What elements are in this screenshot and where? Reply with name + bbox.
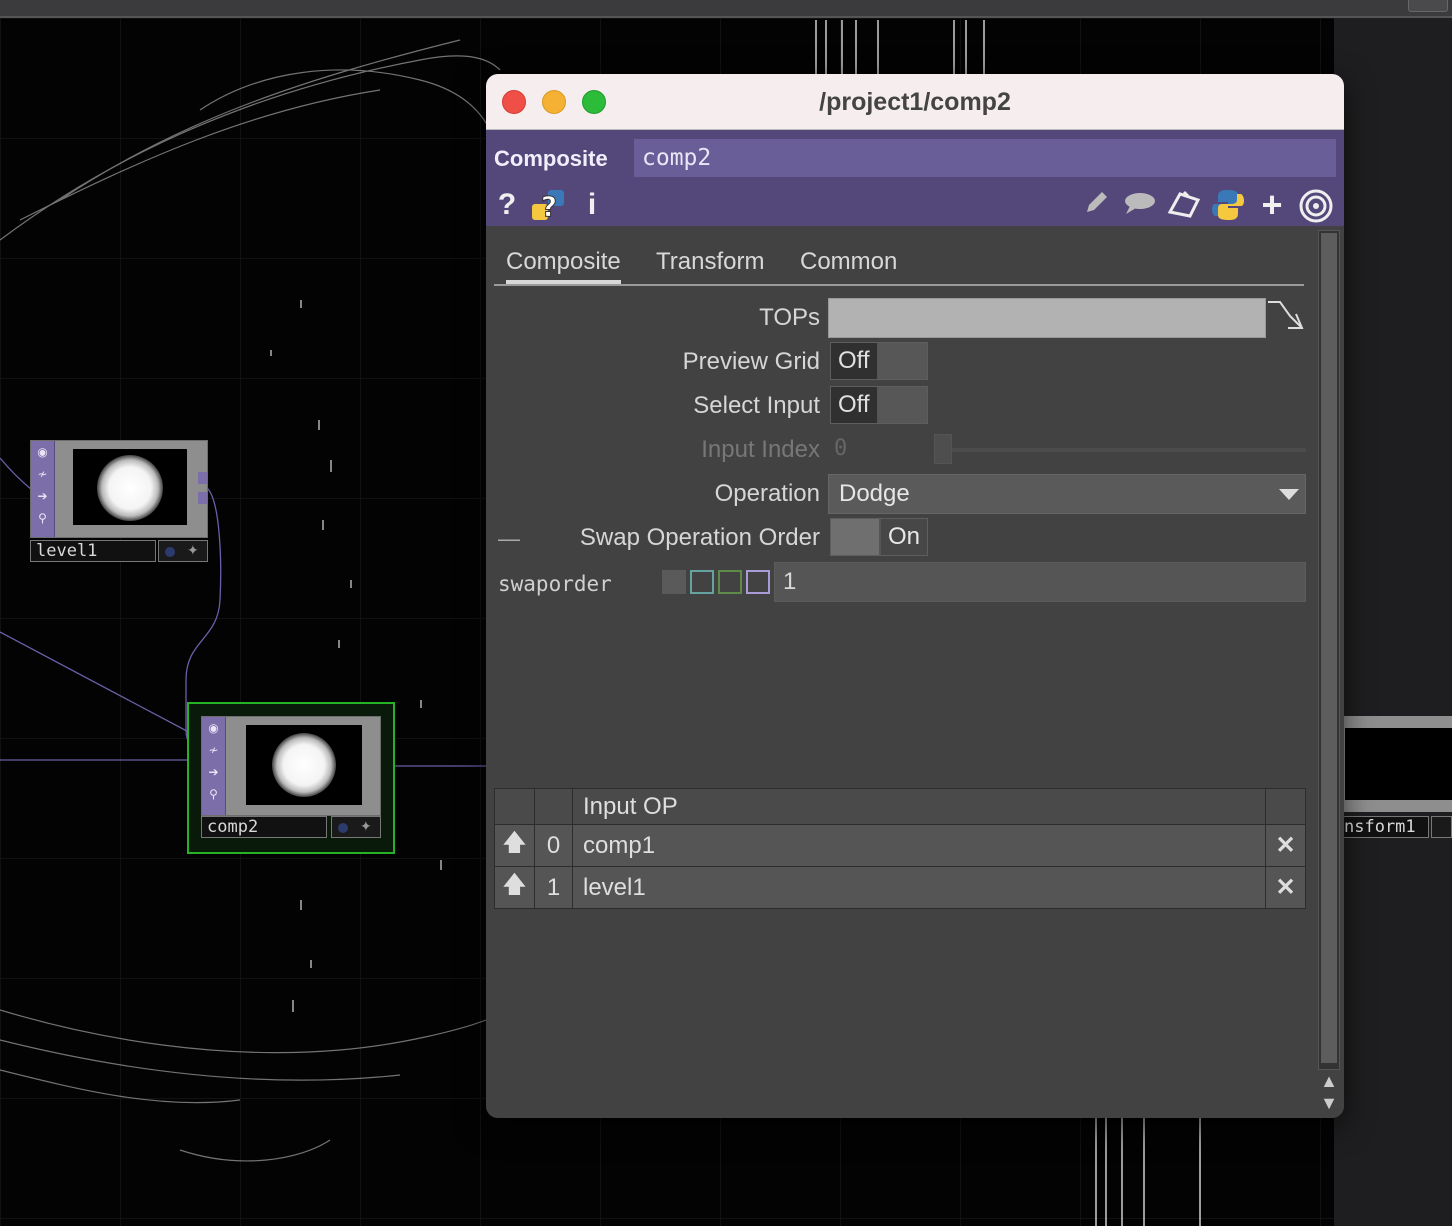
mode-export-button[interactable] [718,570,742,594]
move-up-icon[interactable]: 🡅 [494,824,535,867]
node-status-box[interactable]: ✦ [158,540,208,562]
input-index-cell: 1 [534,866,573,909]
swaporder-value-field[interactable]: 1 [774,562,1306,602]
param-tops-label: TOPs [759,304,820,331]
tops-input-field[interactable] [828,298,1266,338]
tab-composite[interactable]: Composite [506,248,621,284]
node-name-label[interactable]: level1 [30,540,156,562]
node-status-box[interactable]: ✦ [331,816,381,838]
operator-type-label: Composite [494,146,608,171]
header-cell [494,788,535,825]
output-flag-icon[interactable]: ➔ [31,485,54,507]
input-index-slider-track [934,448,1306,452]
tab-common[interactable]: Common [800,248,897,276]
node-name-label[interactable]: comp2 [201,816,327,838]
mode-bind-button[interactable] [746,570,770,594]
param-script-name: swaporder [498,572,612,596]
tab-transform[interactable]: Transform [656,248,764,276]
select-input-value: Off [831,387,877,423]
output-connector[interactable] [198,472,207,484]
output-flag-icon[interactable]: ➔ [202,761,225,783]
swap-order-toggle[interactable]: On [830,518,928,556]
target-icon[interactable] [1298,188,1334,223]
python-help-icon[interactable]: ? [530,188,568,224]
scrollbar-thumb[interactable] [1321,233,1337,1063]
move-up-icon[interactable]: 🡅 [494,866,535,909]
bypass-flag-icon[interactable]: ⚲ [202,783,225,805]
input-op-table: Input OP 🡅 0 comp1 ✕ 🡅 1 level1 ✕ [494,788,1306,909]
collapse-expression-button[interactable]: — [498,526,520,552]
operation-dropdown[interactable]: Dodge [828,474,1306,514]
window-titlebar[interactable]: /project1/comp2 [486,74,1344,130]
param-preview-grid-label: Preview Grid [682,348,820,375]
delete-icon[interactable]: ✕ [1265,824,1306,867]
network-editor[interactable]: ◉ ≁ ➔ ⚲ level1 ✦ ◉ ≁ ➔ ⚲ comp2 ✦ nsform1… [0,0,1452,1226]
node-body: ◉ ≁ ➔ ⚲ [30,440,208,538]
node-thumbnail [246,725,362,805]
window-title: /project1/comp2 [819,88,1011,116]
input-op-header: Input OP [572,788,1266,825]
help-icon[interactable]: ? [494,188,520,222]
python-icon[interactable] [1210,188,1246,222]
table-row: 🡅 1 level1 ✕ [494,866,1306,909]
bypass-flag-icon[interactable]: ⚲ [31,507,54,529]
parameter-window: /project1/comp2 Composite comp2 ? ? i + [486,74,1344,1118]
header-cell [534,788,573,825]
clone-icon[interactable] [1166,188,1202,222]
info-icon[interactable]: i [582,188,602,222]
operation-value: Dodge [839,480,910,507]
parameter-area: Composite Transform Common TOPs Preview … [486,226,1344,1118]
node-name-label[interactable]: nsform1 [1343,816,1429,838]
preview-grid-toggle[interactable]: Off [830,342,928,380]
output-connector[interactable] [198,492,207,504]
table-header-row: Input OP [494,788,1306,825]
chevron-down-icon [1279,489,1299,500]
comment-icon[interactable] [1122,188,1158,222]
preview-grid-value: Off [831,343,877,379]
node-flags-strip: ◉ ≁ ➔ ⚲ [31,441,55,537]
mode-expression-button[interactable] [690,570,714,594]
viewer-flag-icon[interactable]: ◉ [202,717,225,739]
node-status-box[interactable] [1431,816,1452,838]
swap-order-value: On [880,519,927,555]
edit-icon[interactable] [1080,188,1112,222]
node-thumbnail [1345,728,1452,800]
node-flags-strip: ◉ ≁ ➔ ⚲ [202,717,226,815]
lock-flag-icon[interactable]: ≁ [31,463,54,485]
delete-icon[interactable]: ✕ [1265,866,1306,909]
lock-flag-icon[interactable]: ≁ [202,739,225,761]
node-level1[interactable]: ◉ ≁ ➔ ⚲ level1 ✦ [30,440,210,566]
input-index-value: 0 [834,436,848,461]
input-op-cell[interactable]: level1 [572,866,1266,909]
param-swap-order-label: Swap Operation Order [579,524,820,551]
viewer-flag-icon[interactable]: ◉ [31,441,54,463]
parameter-scrollbar[interactable] [1318,230,1340,1070]
table-row: 🡅 0 comp1 ✕ [494,824,1306,867]
node-body [1343,716,1452,812]
select-input-toggle[interactable]: Off [830,386,928,424]
svg-text:?: ? [541,190,557,222]
input-op-cell[interactable]: comp1 [572,824,1266,867]
add-icon[interactable]: + [1256,187,1288,223]
node-body: ◉ ≁ ➔ ⚲ [201,716,381,816]
param-select-input-label: Select Input [693,392,820,419]
input-index-slider-knob [934,434,952,464]
input-index-cell: 0 [534,824,573,867]
operator-name-field[interactable]: comp2 [634,139,1336,177]
operator-header: Composite comp2 ? ? i + [486,130,1344,226]
node-transform1[interactable]: nsform1 [1343,716,1452,840]
scroll-up-icon[interactable]: ▲ [1318,1070,1340,1092]
header-cell [1265,788,1306,825]
drop-target-arrow-icon[interactable] [1266,298,1306,334]
parameter-tabs: Composite Transform Common [494,246,1304,286]
mode-constant-button[interactable] [662,570,686,594]
param-operation-label: Operation [714,480,820,507]
param-input-index-label: Input Index [701,436,820,463]
node-thumbnail [73,449,187,525]
scroll-down-icon[interactable]: ▼ [1318,1092,1340,1114]
node-comp2[interactable]: ◉ ≁ ➔ ⚲ comp2 ✦ [187,702,395,854]
